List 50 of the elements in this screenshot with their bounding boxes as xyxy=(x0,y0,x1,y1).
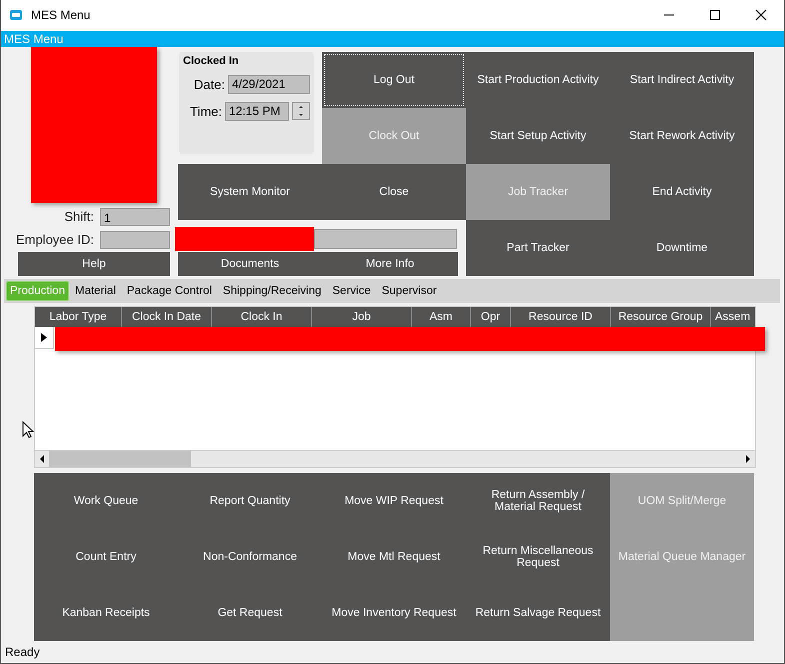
action-button[interactable]: Kanban Receipts xyxy=(34,585,178,641)
action-button[interactable]: Return Assembly / Material Request xyxy=(466,473,610,529)
action-button[interactable]: Report Quantity xyxy=(178,473,322,529)
action-button[interactable]: Work Queue xyxy=(34,473,178,529)
help-button[interactable]: Help xyxy=(18,252,170,276)
info-button[interactable]: Documents xyxy=(178,252,322,276)
tab[interactable]: Shipping/Receiving xyxy=(218,282,326,299)
action-button[interactable]: System Monitor xyxy=(178,164,322,220)
status-text: Ready xyxy=(4,644,41,661)
employee-id-label: Employee ID: xyxy=(16,232,94,248)
action-button[interactable]: Move Mtl Request xyxy=(322,529,466,585)
action-button[interactable]: Close xyxy=(322,164,466,220)
action-button[interactable]: Downtime xyxy=(610,220,754,276)
scrollbar-thumb[interactable] xyxy=(49,451,191,467)
action-button[interactable]: Move Inventory Request xyxy=(322,585,466,641)
action-button[interactable]: Count Entry xyxy=(34,529,178,585)
action-button[interactable]: Log Out xyxy=(322,52,466,108)
header-title: MES Menu xyxy=(4,32,64,46)
action-button[interactable]: Return Salvage Request xyxy=(466,585,610,641)
horizontal-scrollbar[interactable] xyxy=(35,450,755,467)
employee-id-field[interactable] xyxy=(100,230,170,249)
spinner-icon[interactable] xyxy=(292,102,310,120)
time-field[interactable]: 12:15 PM xyxy=(225,102,289,121)
action-button[interactable]: Start Rework Activity xyxy=(610,108,754,164)
window-title: MES Menu xyxy=(31,8,90,22)
app-icon xyxy=(9,9,23,22)
tab[interactable]: Package Control xyxy=(122,282,217,299)
date-label: Date: xyxy=(194,76,225,92)
panel-heading: Clocked In xyxy=(183,54,240,67)
time-label: Time: xyxy=(190,104,222,119)
action-button[interactable]: Get Request xyxy=(178,585,322,641)
column-header[interactable]: Assem xyxy=(711,306,754,326)
action-button[interactable]: Start Production Activity xyxy=(466,52,610,108)
action-button[interactable]: Start Indirect Activity xyxy=(610,52,754,108)
action-button[interactable]: Start Setup Activity xyxy=(466,108,610,164)
close-icon[interactable] xyxy=(755,9,767,22)
action-button[interactable]: Part Tracker xyxy=(466,220,610,276)
info-button[interactable]: More Info xyxy=(322,252,458,276)
action-button[interactable]: Non-Conformance xyxy=(178,529,322,585)
tab[interactable]: Supervisor xyxy=(376,282,442,299)
tab[interactable]: Material xyxy=(70,282,121,299)
date-field[interactable]: 4/29/2021 xyxy=(228,74,310,94)
tab[interactable]: Service xyxy=(327,282,376,299)
input-field[interactable] xyxy=(314,228,457,249)
shift-label: Shift: xyxy=(64,209,94,224)
action-button[interactable]: End Activity xyxy=(610,164,754,220)
action-button[interactable]: Move WIP Request xyxy=(322,473,466,529)
action-button[interactable]: Return Miscellaneous Request xyxy=(466,529,610,585)
shift-field[interactable]: 1 xyxy=(100,208,170,226)
maximize-icon[interactable] xyxy=(709,9,721,22)
